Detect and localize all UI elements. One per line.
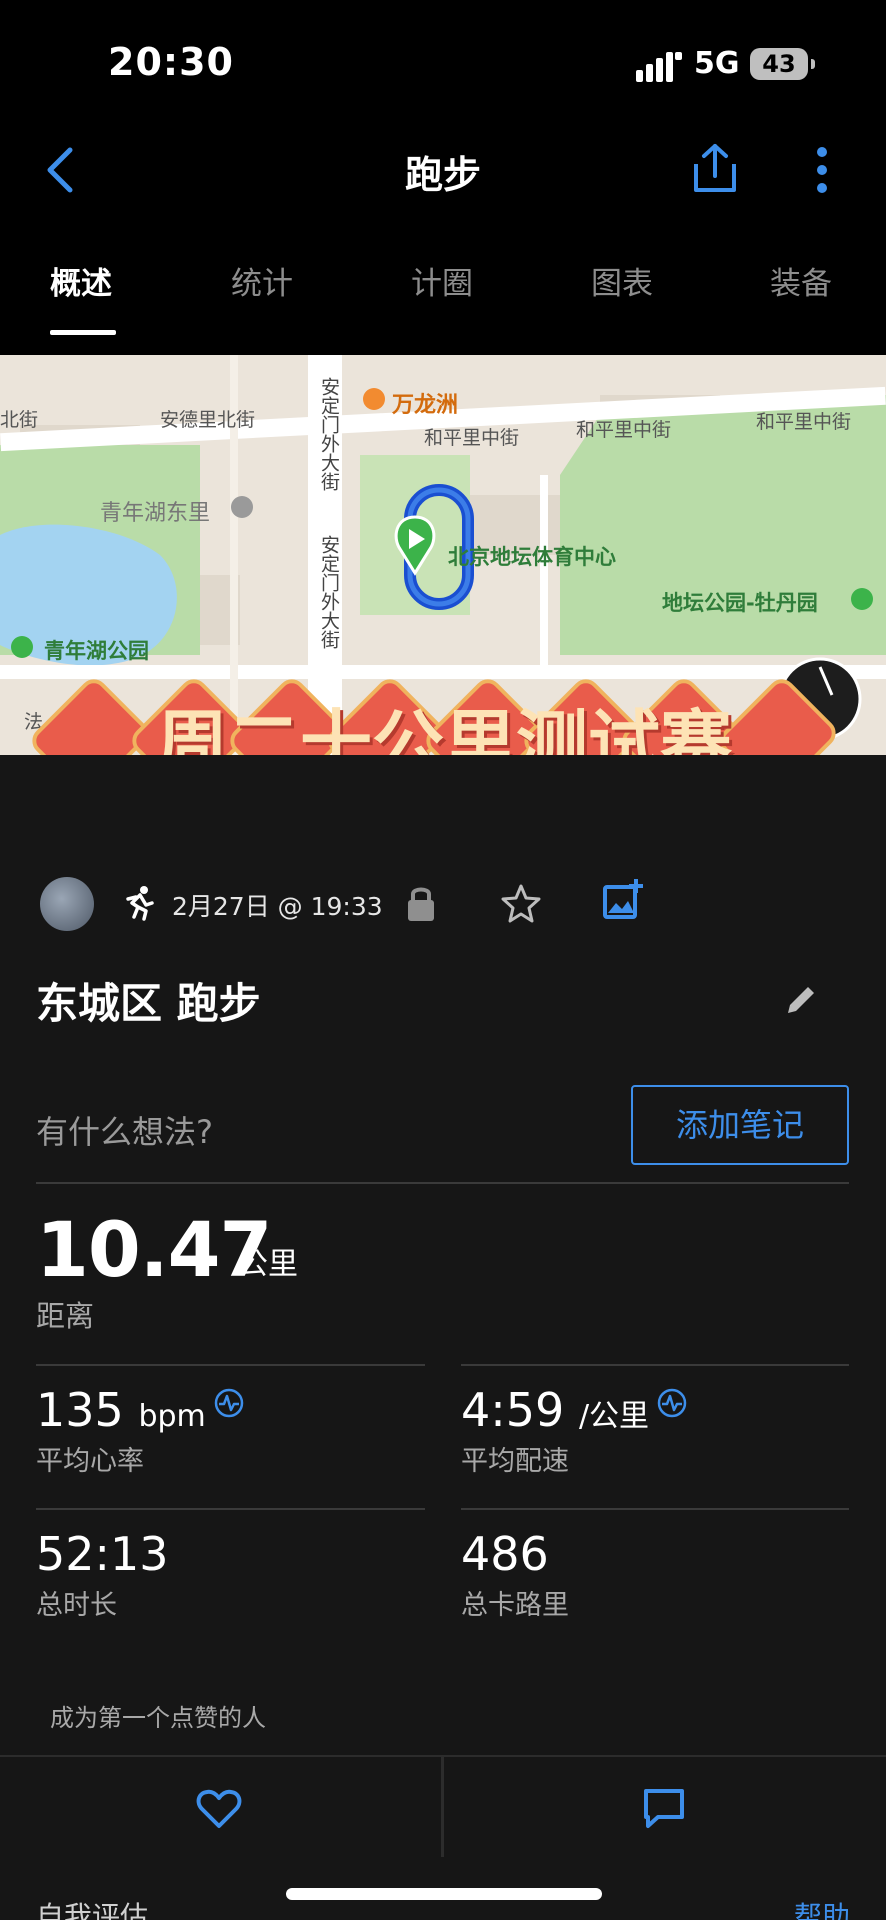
tab-gear[interactable]: 装备 <box>770 258 832 303</box>
heart-rate-label: 平均心率 <box>36 1446 144 1477</box>
activity-title: 东城区 跑步 <box>36 979 261 1028</box>
duration-value: 52:13 <box>36 1527 169 1581</box>
activity-details: 2月27日 @ 19:33 东城区 跑步 有什么想法? 添加笔记 10.47 公… <box>0 755 886 1920</box>
duration-stat: 52:13 总时长 <box>36 1527 169 1622</box>
distance-unit: 公里 <box>238 1247 298 1282</box>
signal-icon <box>636 52 682 82</box>
help-link[interactable]: 帮助 <box>794 1895 850 1920</box>
share-icon[interactable] <box>690 142 740 194</box>
lock-icon[interactable] <box>406 883 436 923</box>
heart-rate-unit: bpm <box>138 1399 206 1434</box>
pace-unit: /公里 <box>578 1399 650 1434</box>
action-divider <box>441 1757 444 1857</box>
heart-pulse-icon[interactable] <box>214 1388 244 1418</box>
tab-bar: 概述 统计 计圈 图表 装备 <box>0 240 886 340</box>
likes-text: 成为第一个点赞的人 <box>50 1704 266 1732</box>
divider <box>36 1182 849 1184</box>
heart-rate-value: 135 <box>36 1383 124 1437</box>
activity-date: 2月27日 @ 19:33 <box>172 892 383 921</box>
pace-label: 平均配速 <box>461 1446 569 1477</box>
divider <box>36 1508 425 1510</box>
map-label: 安德里北街 <box>160 409 256 431</box>
map-label: 青年湖公园 <box>44 639 149 663</box>
calories-label: 总卡路里 <box>461 1590 569 1621</box>
like-heart-icon[interactable] <box>196 1789 242 1829</box>
map-label: 万龙洲 <box>392 393 459 418</box>
add-photo-icon[interactable] <box>602 877 644 921</box>
more-options-icon[interactable] <box>810 146 834 194</box>
self-evaluation-heading: 自我评估 <box>36 1900 149 1920</box>
calories-stat: 486 总卡路里 <box>461 1527 569 1622</box>
map-label: 安定门外大街 <box>318 535 340 649</box>
map-label: 和平里中街 <box>424 427 520 449</box>
battery-level: 43 <box>762 50 796 78</box>
battery-icon: 43 <box>750 48 815 80</box>
avatar[interactable] <box>40 877 94 931</box>
add-note-button[interactable]: 添加笔记 <box>631 1085 849 1165</box>
action-bar <box>0 1755 886 1857</box>
divider <box>36 1364 425 1366</box>
tab-stats[interactable]: 统计 <box>231 258 293 303</box>
tab-overview[interactable]: 概述 <box>50 258 112 303</box>
map-label: 地坛公园-牡丹园 <box>662 591 818 615</box>
map-label: 北京地坛体育中心 <box>448 545 616 569</box>
activity-meta-row: 2月27日 @ 19:33 <box>40 875 846 935</box>
map-label: 青年湖东里 <box>100 501 211 526</box>
stat-value-row: 135 bpm <box>36 1383 244 1437</box>
map-label: 北街 <box>0 409 39 431</box>
status-time: 20:30 <box>108 40 234 84</box>
map-label: 和平里中街 <box>756 411 852 433</box>
divider <box>461 1364 849 1366</box>
distance-label: 距离 <box>36 1299 95 1333</box>
running-icon <box>126 886 154 921</box>
tab-laps[interactable]: 计圈 <box>411 258 473 303</box>
comment-icon[interactable] <box>642 1787 686 1829</box>
heart-rate-stat: 135 bpm 平均心率 <box>36 1383 244 1478</box>
nav-header: 跑步 <box>0 120 886 220</box>
edit-pencil-icon[interactable] <box>784 983 818 1017</box>
distance-value: 10.47 <box>36 1205 272 1294</box>
tab-charts[interactable]: 图表 <box>591 258 653 303</box>
pace-pulse-icon[interactable] <box>657 1388 687 1418</box>
network-type: 5G <box>694 46 740 81</box>
calories-value: 486 <box>461 1527 549 1581</box>
duration-label: 总时长 <box>36 1590 117 1621</box>
divider <box>461 1508 849 1510</box>
pace-stat: 4:59 /公里 平均配速 <box>461 1383 687 1478</box>
home-indicator[interactable] <box>286 1888 602 1900</box>
map-label: 和平里中街 <box>576 419 672 441</box>
thoughts-prompt[interactable]: 有什么想法? <box>36 1107 213 1153</box>
map-label: 安定门外大街 <box>318 377 340 491</box>
pace-value: 4:59 <box>461 1383 565 1437</box>
status-bar: 20:30 5G 43 <box>0 0 886 120</box>
stat-value-row: 4:59 /公里 <box>461 1383 687 1437</box>
active-tab-indicator <box>50 330 116 335</box>
page-title: 跑步 <box>404 153 481 197</box>
star-icon[interactable] <box>500 883 542 923</box>
